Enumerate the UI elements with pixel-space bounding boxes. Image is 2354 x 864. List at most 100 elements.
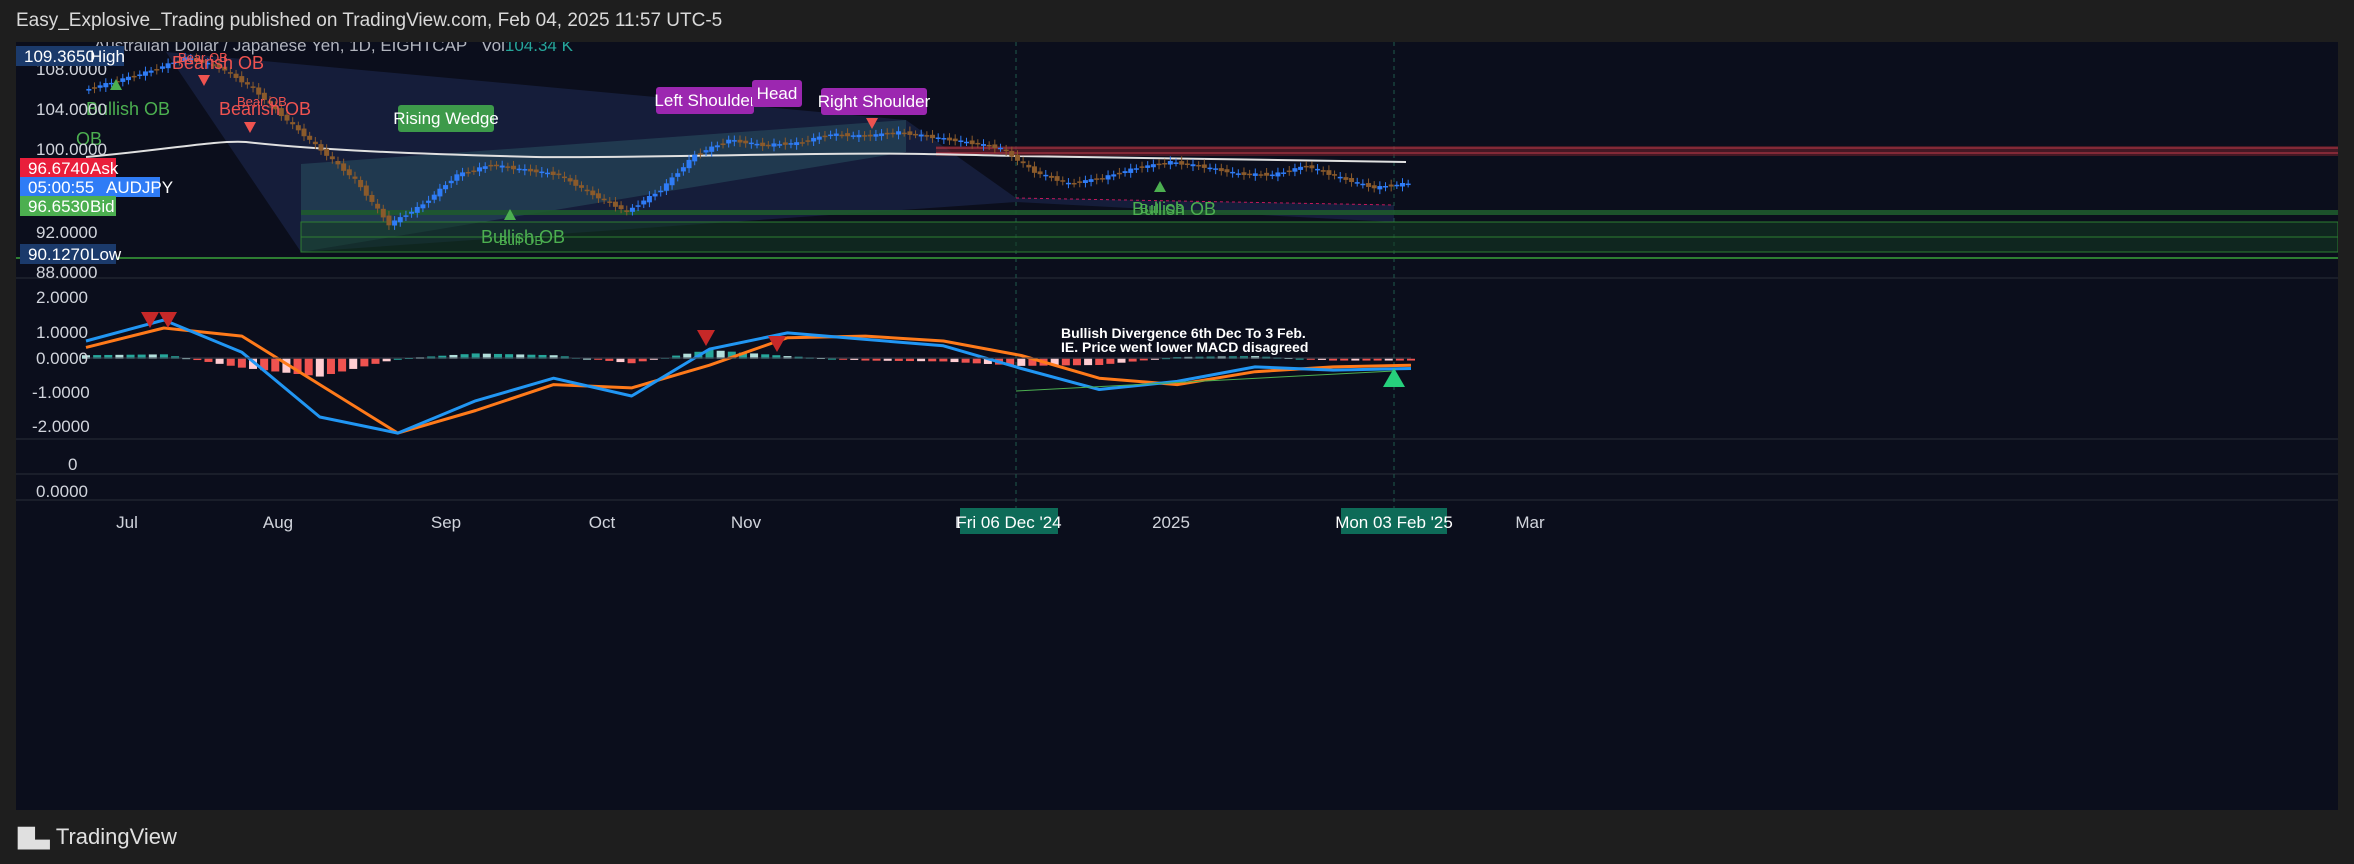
candle-body xyxy=(1366,183,1372,187)
right-shoulder-label: Right Shoulder xyxy=(818,92,931,111)
candle-body xyxy=(652,193,658,197)
candle-body xyxy=(1371,185,1377,189)
candle-body xyxy=(352,176,358,179)
tradingview-logo[interactable]: ▇▃ TradingView xyxy=(18,824,177,850)
candle-body xyxy=(879,133,885,137)
candle-body xyxy=(578,185,584,188)
candle-body xyxy=(369,195,375,202)
candle-body xyxy=(918,134,924,137)
candle-body xyxy=(811,137,817,142)
candle-body xyxy=(1196,164,1202,167)
macd-histogram-bar xyxy=(861,358,870,361)
candle-body xyxy=(635,205,641,207)
macd-histogram-bar xyxy=(1329,358,1338,361)
chart-area[interactable]: Bullish OB OB Bearish OB Bear OB Bearish… xyxy=(16,36,2339,810)
macd-histogram-bar xyxy=(961,358,970,363)
candle-body xyxy=(1173,162,1179,164)
candle-body xyxy=(516,168,522,171)
candle-body xyxy=(748,142,754,145)
macd-histogram-bar xyxy=(616,358,625,363)
candle-body xyxy=(1360,183,1366,186)
candle-body xyxy=(363,185,369,196)
candle-body xyxy=(1026,164,1032,168)
candle-body xyxy=(397,217,403,223)
candle-body xyxy=(771,143,777,147)
candle-body xyxy=(1224,169,1230,173)
candle-body xyxy=(907,131,913,135)
svg-text:96.6530: 96.6530 xyxy=(28,197,89,216)
candle-body xyxy=(290,122,296,125)
candle-body xyxy=(505,166,511,168)
candle-body xyxy=(1394,184,1400,187)
candle-body xyxy=(765,144,771,147)
svg-text:AUDJPY: AUDJPY xyxy=(106,178,173,197)
low-price-label: 90.1270 Low xyxy=(20,244,122,264)
macd-histogram-bar xyxy=(1150,358,1159,360)
candle-body xyxy=(607,201,613,203)
candle-body xyxy=(335,160,341,165)
candle-body xyxy=(1264,172,1270,176)
candle-body xyxy=(913,133,919,136)
date-marker-dec06: Fri 06 Dec '24 xyxy=(956,513,1061,532)
candle-body xyxy=(901,132,907,135)
candle-body xyxy=(612,201,618,207)
candle-body xyxy=(1309,165,1315,169)
macd-tick-1: 1.0000 xyxy=(36,323,88,342)
candle-body xyxy=(380,208,386,218)
candle-body xyxy=(692,154,698,162)
candle-body xyxy=(720,143,726,145)
candle-body xyxy=(1122,171,1128,174)
candle-body xyxy=(947,137,953,141)
candle-body xyxy=(1213,168,1219,170)
candle-body xyxy=(482,166,488,169)
candle-body xyxy=(1156,163,1162,166)
symbol-price-label: 05:00:55 AUDJPY xyxy=(20,177,173,197)
candle-body xyxy=(1139,166,1145,168)
candle-body xyxy=(1009,151,1015,157)
candle-body xyxy=(86,88,92,91)
candle-body xyxy=(488,164,494,167)
candle-body xyxy=(890,132,896,135)
candle-body xyxy=(1320,170,1326,172)
bearish-ob-ghost-2: Bear OB xyxy=(237,94,287,109)
macd-tick-neg2: -2.0000 xyxy=(32,417,90,436)
macd-tick-2: 2.0000 xyxy=(36,288,88,307)
candle-body xyxy=(556,173,562,176)
candle-body xyxy=(1218,168,1224,172)
candle-body xyxy=(375,203,381,209)
candle-body xyxy=(799,142,805,144)
candle-body xyxy=(307,135,313,140)
candle-body xyxy=(1405,183,1411,186)
candle-body xyxy=(1060,180,1066,182)
candle-body xyxy=(477,167,483,172)
candle-body xyxy=(884,132,890,135)
candle-body xyxy=(1207,167,1213,170)
candle-body xyxy=(794,142,800,146)
candle-body xyxy=(629,207,635,212)
candle-body xyxy=(539,171,545,174)
candle-body xyxy=(663,183,669,191)
candle-body xyxy=(471,170,477,173)
candle-body xyxy=(324,148,330,156)
candle-body xyxy=(420,204,426,209)
macd-histogram-bar xyxy=(972,358,981,364)
candle-body xyxy=(1201,164,1207,168)
candle-body xyxy=(709,146,715,152)
macd-histogram-bar xyxy=(1061,358,1070,366)
candle-body xyxy=(1230,171,1236,174)
candle-body xyxy=(992,144,998,149)
candle-body xyxy=(924,135,930,137)
candle-body xyxy=(816,136,822,140)
macd-histogram-bar xyxy=(850,358,859,360)
candle-body xyxy=(137,74,143,76)
candle-body xyxy=(782,142,788,145)
candle-body xyxy=(346,169,352,176)
candle-body xyxy=(148,70,154,73)
candle-body xyxy=(233,73,239,78)
macd-buy-marker xyxy=(1383,368,1405,387)
candle-body xyxy=(833,133,839,136)
candle-body xyxy=(142,71,148,76)
svg-text:Ask: Ask xyxy=(90,159,119,178)
chart-svg[interactable]: Bullish OB OB Bearish OB Bear OB Bearish… xyxy=(16,36,2339,810)
svg-text:109.3650: 109.3650 xyxy=(24,47,95,66)
